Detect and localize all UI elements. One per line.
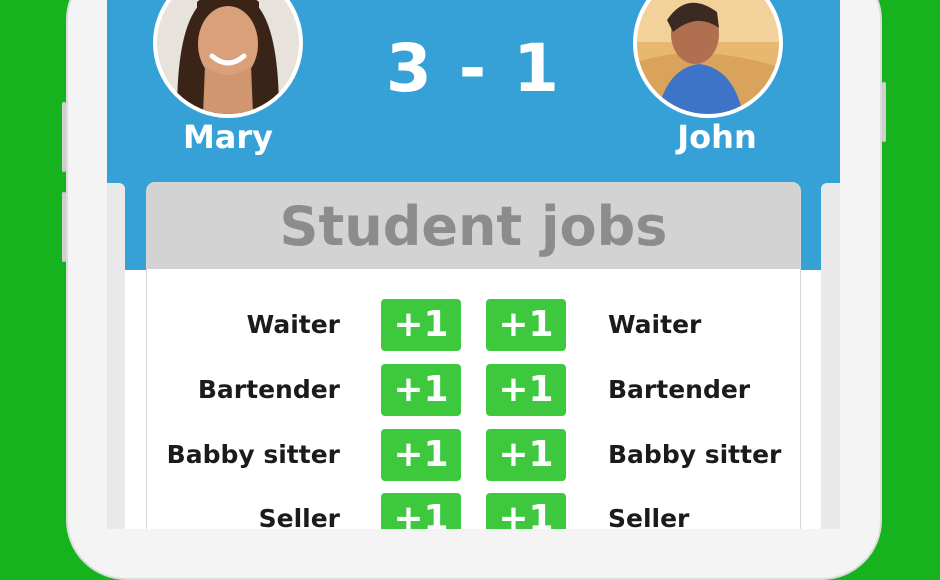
job-label-left: Waiter bbox=[246, 310, 340, 339]
avatar-right-photo bbox=[637, 0, 779, 114]
job-row: Babby sitter +1 +1 Babby sitter bbox=[147, 429, 800, 481]
plus-one-button-left[interactable]: +1 bbox=[381, 299, 461, 351]
job-label-right: Seller bbox=[608, 504, 690, 529]
job-row: Seller +1 +1 Seller bbox=[147, 493, 800, 529]
card-title: Student jobs bbox=[279, 194, 668, 258]
plus-one-button-right[interactable]: +1 bbox=[486, 493, 566, 529]
volume-button bbox=[62, 102, 66, 172]
plus-one-button-right[interactable]: +1 bbox=[486, 429, 566, 481]
job-label-left: Seller bbox=[258, 504, 340, 529]
card-header: Student jobs bbox=[147, 183, 800, 269]
job-label-left: Bartender bbox=[197, 375, 340, 404]
plus-one-button-left[interactable]: +1 bbox=[381, 493, 461, 529]
right-player-name: John bbox=[677, 118, 757, 156]
job-label-right: Bartender bbox=[608, 375, 751, 404]
next-card-edge[interactable] bbox=[821, 183, 840, 529]
plus-one-button-left[interactable]: +1 bbox=[381, 429, 461, 481]
job-label-right: Babby sitter bbox=[608, 440, 782, 469]
previous-card-edge[interactable] bbox=[107, 183, 125, 529]
job-row: Waiter +1 +1 Waiter bbox=[147, 299, 800, 351]
job-row: Bartender +1 +1 Bartender bbox=[147, 364, 800, 416]
plus-one-button-left[interactable]: +1 bbox=[381, 364, 461, 416]
category-card: Student jobs Waiter +1 +1 Waiter Bartend… bbox=[147, 183, 800, 529]
plus-one-button-right[interactable]: +1 bbox=[486, 299, 566, 351]
job-label-left: Babby sitter bbox=[166, 440, 340, 469]
plus-one-button-right[interactable]: +1 bbox=[486, 364, 566, 416]
app-screen: Mary 3 - 1 John Student jobs Waiter +1 +… bbox=[107, 0, 840, 529]
left-player-name: Mary bbox=[182, 118, 274, 156]
power-button bbox=[882, 82, 886, 142]
side-button bbox=[62, 192, 66, 262]
job-label-right: Waiter bbox=[608, 310, 702, 339]
